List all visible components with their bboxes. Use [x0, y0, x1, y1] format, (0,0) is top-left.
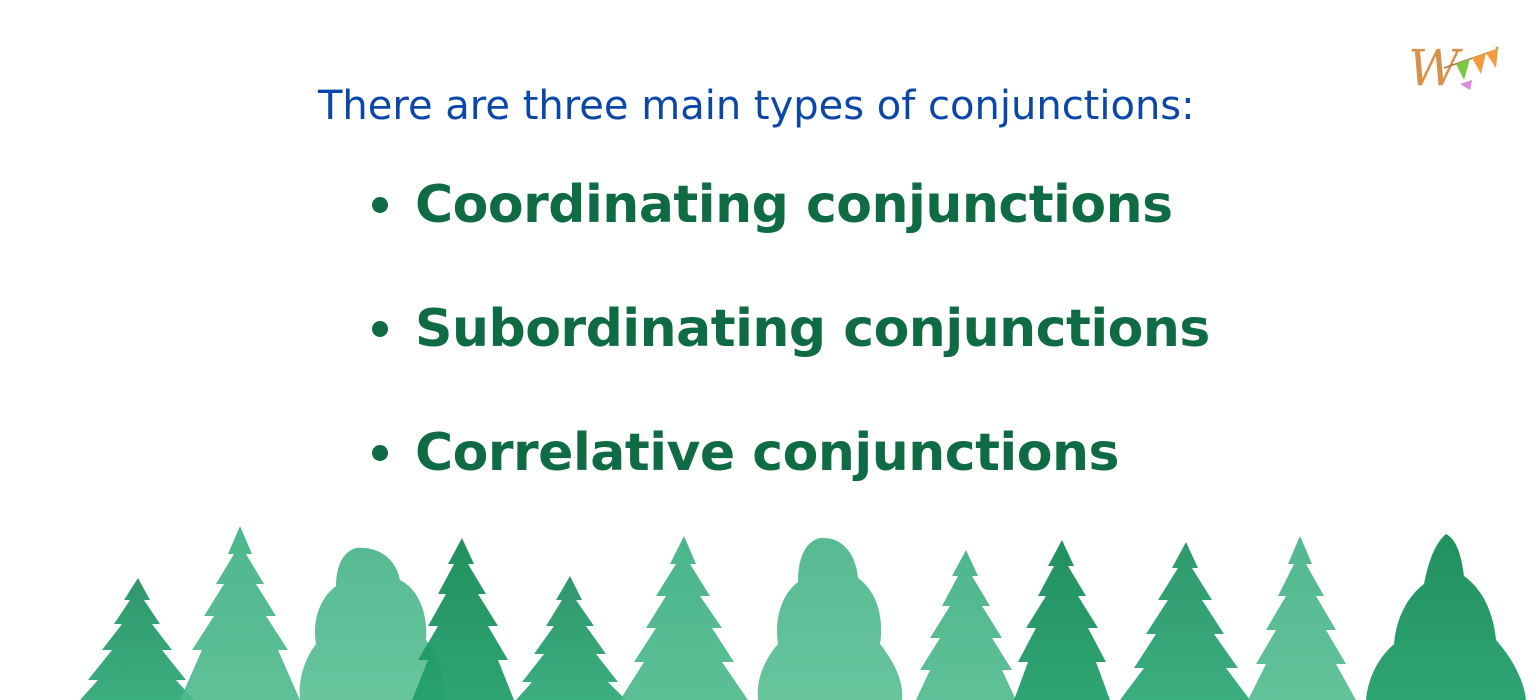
- pine-tree-icon: [180, 526, 300, 700]
- pine-tree-icon: [1120, 542, 1250, 700]
- list-item: Subordinating conjunctions: [372, 294, 1210, 418]
- pine-tree-icon: [412, 538, 514, 700]
- watercolor-pine-trees: [80, 526, 1526, 700]
- pine-tree-icon: [1366, 534, 1526, 700]
- bullet-icon: [372, 197, 388, 213]
- pine-tree-icon: [916, 550, 1016, 700]
- pine-tree-icon: [1248, 536, 1356, 700]
- list-item-label: Correlative conjunctions: [415, 423, 1119, 483]
- slide: W There are three main types of conjunct…: [0, 0, 1536, 700]
- page-heading: There are three main types of conjunctio…: [318, 83, 1195, 129]
- conjunction-types-list: Coordinating conjunctions Subordinating …: [372, 170, 1210, 542]
- pine-tree-icon: [1014, 540, 1110, 700]
- list-item-label: Coordinating conjunctions: [415, 175, 1173, 235]
- pine-tree-icon: [757, 537, 903, 700]
- pine-tree-icon: [620, 536, 748, 700]
- logo: W: [1404, 40, 1504, 100]
- pine-tree-icon: [80, 578, 194, 700]
- list-item: Coordinating conjunctions: [372, 170, 1210, 294]
- pine-tree-icon: [516, 576, 626, 700]
- bunting-flags-icon: [1443, 46, 1499, 90]
- bullet-icon: [372, 321, 388, 337]
- list-item-label: Subordinating conjunctions: [415, 299, 1210, 359]
- bullet-icon: [372, 445, 388, 461]
